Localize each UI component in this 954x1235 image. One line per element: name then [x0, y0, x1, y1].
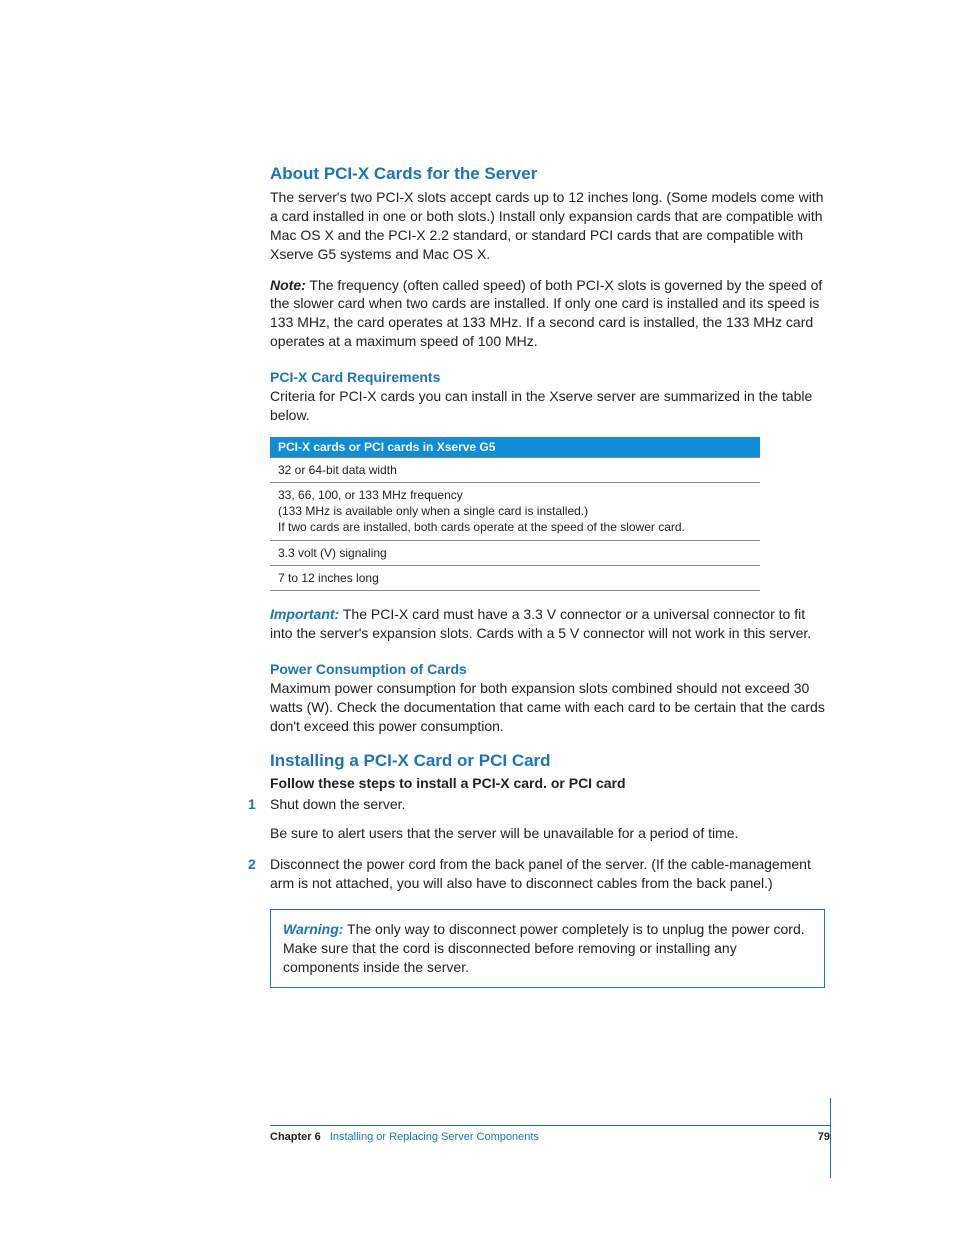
- step-2-line: Disconnect the power cord from the back …: [270, 855, 830, 893]
- requirements-intro: Criteria for PCI-X cards you can install…: [270, 387, 830, 425]
- heading-requirements: PCI-X Card Requirements: [270, 369, 830, 385]
- step-1: 1 Shut down the server. Be sure to alert…: [270, 795, 830, 843]
- page-content: About PCI-X Cards for the Server The ser…: [270, 164, 830, 988]
- install-steps: 1 Shut down the server. Be sure to alert…: [270, 795, 830, 893]
- page-footer: Chapter 6 Installing or Replacing Server…: [270, 1125, 830, 1143]
- step-1-line-a: Shut down the server.: [270, 795, 830, 814]
- heading-about: About PCI-X Cards for the Server: [270, 164, 830, 184]
- install-lead: Follow these steps to install a PCI-X ca…: [270, 775, 830, 791]
- heading-install: Installing a PCI-X Card or PCI Card: [270, 751, 830, 771]
- note-paragraph: Note: The frequency (often called speed)…: [270, 276, 830, 352]
- table-header: PCI-X cards or PCI cards in Xserve G5: [270, 437, 760, 458]
- power-body: Maximum power consumption for both expan…: [270, 679, 830, 736]
- footer-title: Installing or Replacing Server Component…: [330, 1131, 539, 1143]
- heading-power: Power Consumption of Cards: [270, 661, 830, 677]
- step-number: 1: [248, 795, 256, 814]
- footer-chapter: Chapter 6: [270, 1131, 321, 1143]
- step-2: 2 Disconnect the power cord from the bac…: [270, 855, 830, 893]
- table-row: 33, 66, 100, or 133 MHz frequency (133 M…: [270, 483, 760, 541]
- table-row: 7 to 12 inches long: [270, 565, 760, 590]
- important-body: The PCI-X card must have a 3.3 V connect…: [270, 606, 811, 641]
- note-body: The frequency (often called speed) of bo…: [270, 277, 822, 350]
- important-label: Important:: [270, 606, 339, 622]
- about-paragraph: The server's two PCI-X slots accept card…: [270, 188, 830, 264]
- requirements-table: PCI-X cards or PCI cards in Xserve G5 32…: [270, 437, 760, 591]
- warning-box: Warning: The only way to disconnect powe…: [270, 909, 825, 988]
- step-number: 2: [248, 855, 256, 874]
- table-row: 3.3 volt (V) signaling: [270, 540, 760, 565]
- warning-body: The only way to disconnect power complet…: [283, 921, 805, 975]
- table-row: 32 or 64-bit data width: [270, 457, 760, 482]
- step-1-line-b: Be sure to alert users that the server w…: [270, 824, 830, 843]
- footer-page-number: 79: [818, 1131, 830, 1143]
- warning-label: Warning:: [283, 921, 343, 937]
- binding-rule: [830, 1098, 831, 1178]
- important-paragraph: Important: The PCI-X card must have a 3.…: [270, 605, 830, 643]
- note-label: Note:: [270, 277, 306, 293]
